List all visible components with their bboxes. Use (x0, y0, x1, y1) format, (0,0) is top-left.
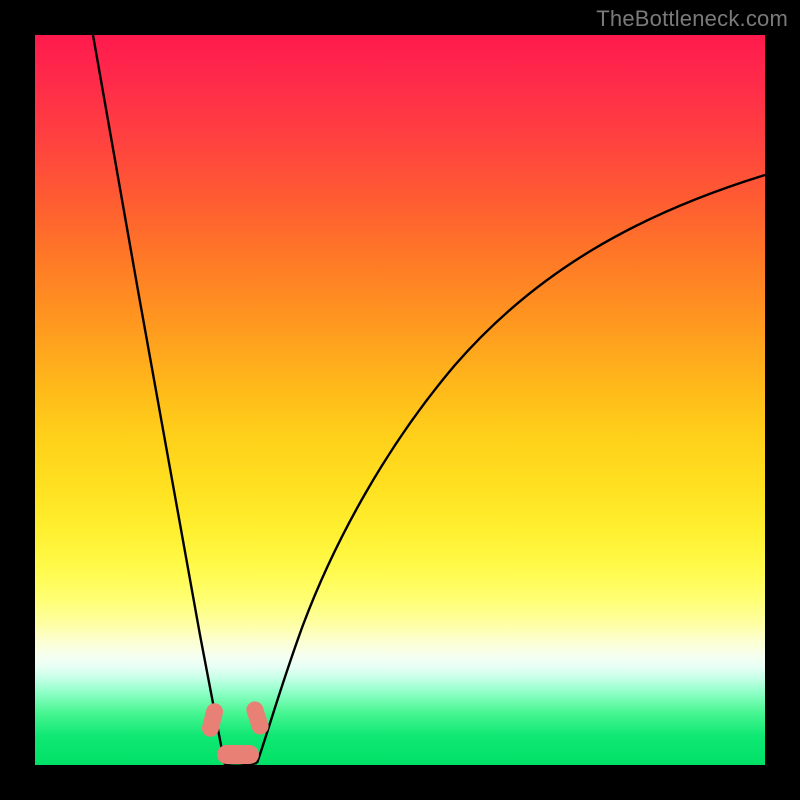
plot-area (35, 35, 765, 765)
bottom-cap-marker (217, 745, 259, 764)
left-branch-curve (93, 35, 225, 765)
watermark-text: TheBottleneck.com (596, 6, 788, 32)
curve-layer (35, 35, 765, 765)
chart-frame: TheBottleneck.com (0, 0, 800, 800)
right-branch-curve (257, 175, 765, 763)
